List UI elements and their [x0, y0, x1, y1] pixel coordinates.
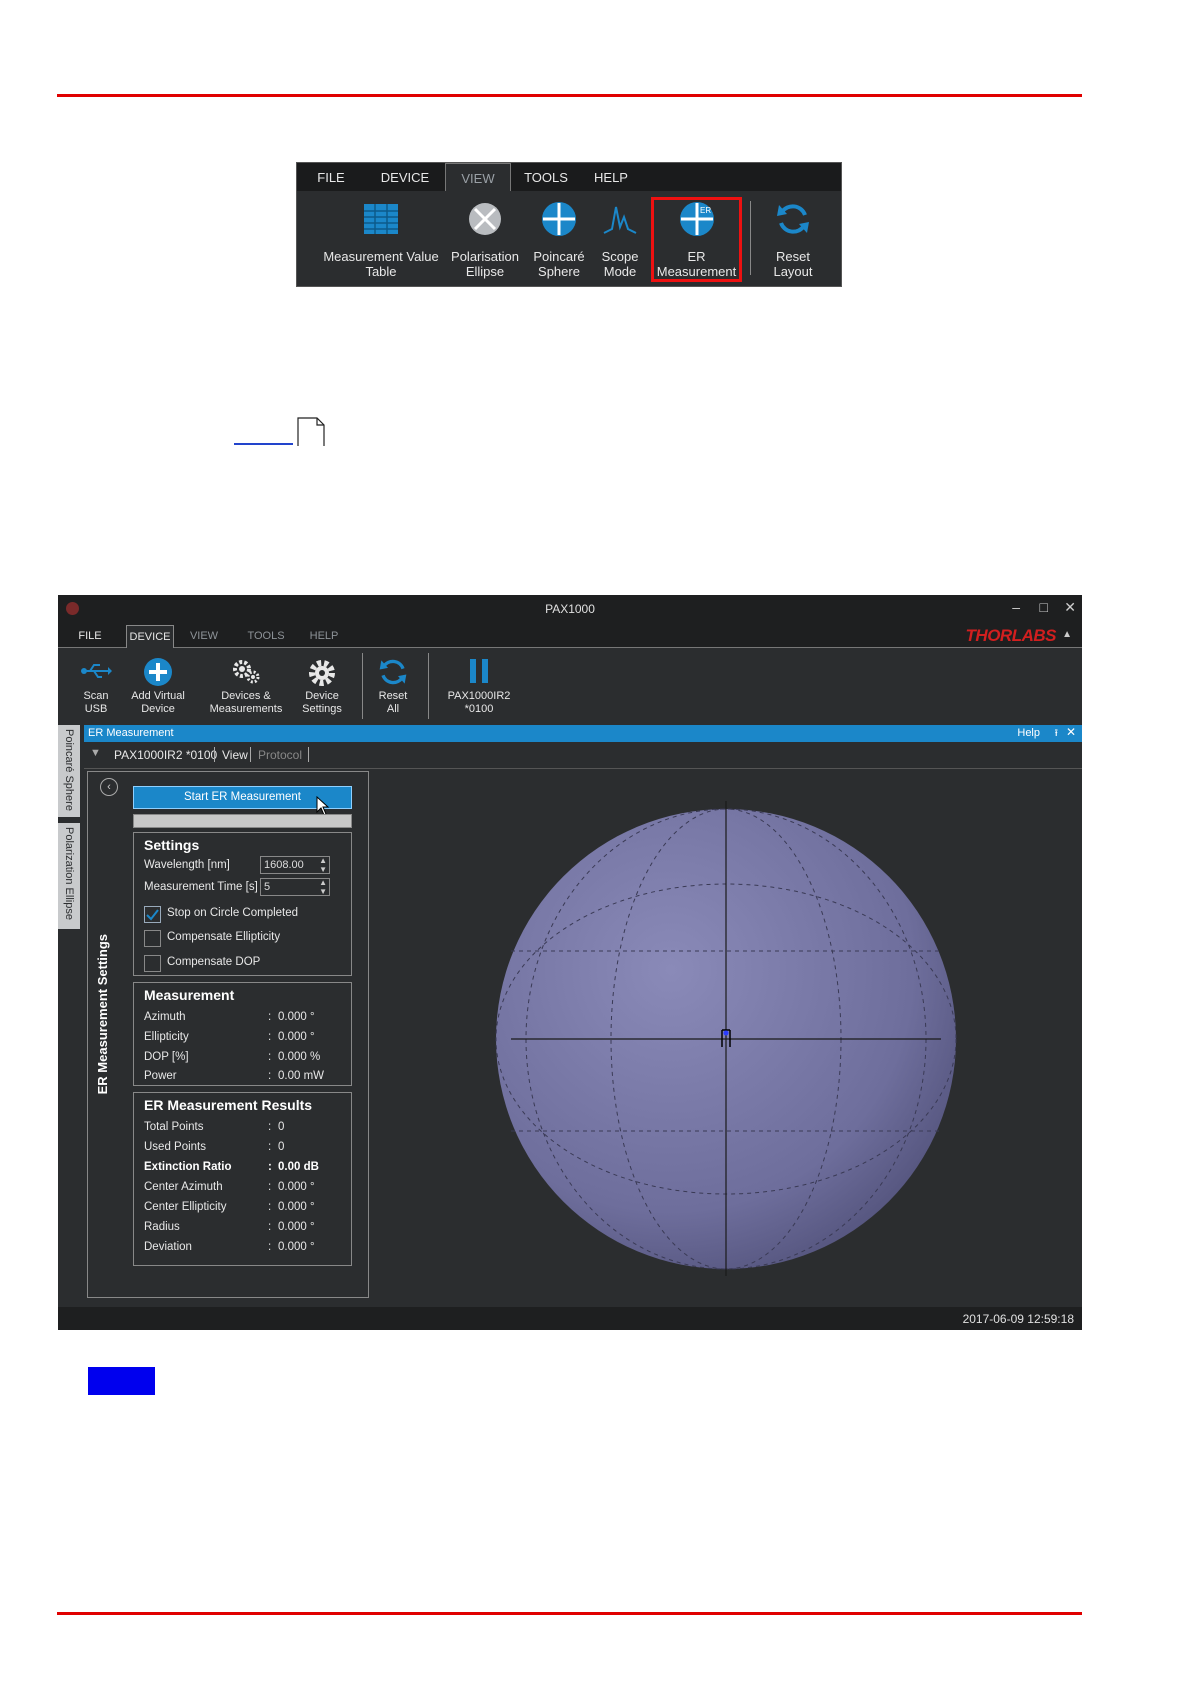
- side-tab-polarization-ellipse-label: Polarization Ellipse: [63, 827, 75, 920]
- measurement-title: Measurement: [144, 987, 235, 1003]
- scope-icon: [603, 206, 637, 234]
- measurement-time-label: Measurement Time [s]: [144, 881, 258, 893]
- header-rule: [57, 94, 1082, 97]
- checkmark-icon: [146, 909, 159, 921]
- wavelength-input[interactable]: 1608.00 ▲ ▼: [260, 856, 330, 874]
- menu-help[interactable]: HELP: [304, 623, 344, 647]
- mouse-cursor-icon: [316, 796, 330, 816]
- progress-bar: [133, 814, 352, 828]
- compensate-ellipticity-checkbox[interactable]: [144, 930, 161, 947]
- gears-icon: [233, 660, 260, 684]
- hyperlink-underline[interactable]: [234, 443, 293, 445]
- side-tab-poincare-sphere[interactable]: Poincaré Sphere: [58, 725, 80, 817]
- er-measurement-highlight: [651, 197, 742, 282]
- side-tab-poincare-sphere-label: Poincaré Sphere: [63, 729, 75, 811]
- maximize-icon[interactable]: □: [1040, 599, 1048, 615]
- reset-icon: [777, 204, 809, 234]
- protocol-menu[interactable]: Protocol: [258, 748, 302, 762]
- scope-mode-label: Scope Mode: [601, 249, 639, 279]
- status-timestamp: 2017-06-09 12:59:18: [962, 1312, 1074, 1326]
- table-icon: [364, 204, 398, 234]
- title-bar: PAX1000 – □ ✕: [58, 595, 1082, 623]
- divider: [308, 747, 309, 762]
- reset-icon: [379, 659, 407, 685]
- measurement-time-input[interactable]: 5 ▲ ▼: [260, 878, 330, 896]
- ribbon-tabs: FILE DEVICE VIEW TOOLS HELP: [297, 163, 841, 191]
- er-settings-panel: ER Measurement Settings ‹ Start ER Measu…: [87, 771, 369, 1298]
- ribbon-separator: [750, 201, 751, 275]
- er-results-title: ER Measurement Results: [144, 1097, 313, 1113]
- scan-usb-label: Scan USB: [83, 690, 109, 715]
- pause-icon: [470, 659, 488, 683]
- pax1000-window: PAX1000 – □ ✕ FILE DEVICE VIEW TOOLS HEL…: [58, 595, 1082, 1330]
- tab-device[interactable]: DEVICE: [365, 163, 445, 191]
- minimize-icon[interactable]: –: [1012, 599, 1020, 615]
- polarisation-ellipse-label: Polarisation Ellipse: [451, 249, 519, 279]
- compensate-dop-checkbox[interactable]: [144, 955, 161, 972]
- measurement-group: Measurement Azimuth:0.000 ° Ellipticity:…: [133, 982, 352, 1086]
- thorlabs-logo: THORLABS: [965, 626, 1057, 645]
- side-tab-polarization-ellipse[interactable]: Polarization Ellipse: [58, 823, 80, 929]
- pin-icon[interactable]: ⭱: [1055, 726, 1059, 743]
- menu-tools[interactable]: TOOLS: [244, 623, 288, 647]
- sphere-icon: [542, 202, 576, 236]
- divider: [250, 747, 251, 762]
- panel-help-link[interactable]: Help: [1017, 727, 1040, 739]
- gear-icon: [309, 660, 335, 686]
- add-virtual-device-label: Add Virtual Device: [131, 690, 185, 715]
- reset-layout-label: Reset Layout: [773, 249, 813, 279]
- er-measurement-panel-header: ER Measurement Help ⭱ ✕: [84, 725, 1082, 742]
- device-settings-label: Device Settings: [302, 690, 342, 715]
- compensate-ellipticity-label: Compensate Ellipticity: [167, 931, 281, 943]
- view-ribbon-screenshot: FILE DEVICE VIEW TOOLS HELP Measurement …: [296, 162, 842, 287]
- side-tab-strip: Poincaré Sphere Polarization Ellipse: [58, 725, 82, 1330]
- devices-measurements-label: Devices & Measurements: [209, 690, 283, 715]
- close-icon[interactable]: ✕: [1064, 599, 1076, 616]
- toolbar-separator-2: [428, 653, 429, 719]
- usb-icon: [81, 664, 112, 678]
- divider: [214, 747, 215, 762]
- window-title: PAX1000: [545, 602, 595, 616]
- panel-subbar: ▼ PAX1000IR2 *0100 View Protocol: [84, 742, 1082, 769]
- tab-tools[interactable]: TOOLS: [511, 163, 581, 191]
- panel-title: ER Measurement: [88, 727, 174, 739]
- er-results-group: ER Measurement Results Total Points:0 Us…: [133, 1092, 352, 1266]
- sphere-view[interactable]: [371, 771, 1082, 1298]
- view-menu[interactable]: View: [222, 748, 248, 762]
- wavelength-label: Wavelength [nm]: [144, 859, 230, 871]
- menu-view[interactable]: VIEW: [184, 623, 224, 647]
- poincare-sphere-plot[interactable]: [371, 771, 1082, 1298]
- compensate-dop-label: Compensate DOP: [167, 956, 261, 968]
- measurement-value-table-label: Measurement Value Table: [323, 249, 439, 279]
- footer-rule: [57, 1612, 1082, 1615]
- tab-help[interactable]: HELP: [581, 163, 641, 191]
- collapse-ribbon-icon[interactable]: ▲: [1062, 629, 1072, 640]
- settings-group: Settings Wavelength [nm] 1608.00 ▲ ▼ Meas…: [133, 832, 352, 976]
- add-icon: [144, 658, 172, 686]
- poincare-sphere-label: Poincaré Sphere: [533, 249, 585, 279]
- measurement-point: [723, 1030, 729, 1036]
- ellipse-icon: [469, 203, 501, 235]
- reset-all-label: Reset All: [378, 690, 408, 715]
- er-settings-vertical-label: ER Measurement Settings: [95, 933, 110, 1094]
- panel-close-icon[interactable]: ✕: [1066, 725, 1076, 739]
- stop-on-circle-label: Stop on Circle Completed: [167, 907, 299, 919]
- spinner-arrows-icon[interactable]: ▲ ▼: [319, 878, 327, 896]
- tab-file[interactable]: FILE: [297, 163, 365, 191]
- stop-on-circle-checkbox[interactable]: [144, 906, 161, 923]
- menu-file[interactable]: FILE: [70, 623, 110, 647]
- settings-title: Settings: [144, 837, 200, 853]
- collapse-triangle-icon[interactable]: ▼: [90, 747, 101, 759]
- device-pax1000ir2-label: PAX1000IR2 *0100: [447, 690, 511, 715]
- device-label: PAX1000IR2 *0100: [114, 748, 218, 762]
- status-bar: 2017-06-09 12:59:18: [58, 1307, 1082, 1330]
- back-icon[interactable]: ‹: [100, 778, 118, 796]
- blue-label-box: [88, 1367, 155, 1395]
- spinner-arrows-icon[interactable]: ▲ ▼: [319, 856, 327, 874]
- toolbar-separator: [362, 653, 363, 719]
- tab-view[interactable]: VIEW: [445, 163, 511, 191]
- menu-device[interactable]: DEVICE: [126, 625, 174, 648]
- menu-bar: FILE DEVICE VIEW TOOLS HELP: [58, 623, 1082, 648]
- document-icon: [297, 417, 325, 446]
